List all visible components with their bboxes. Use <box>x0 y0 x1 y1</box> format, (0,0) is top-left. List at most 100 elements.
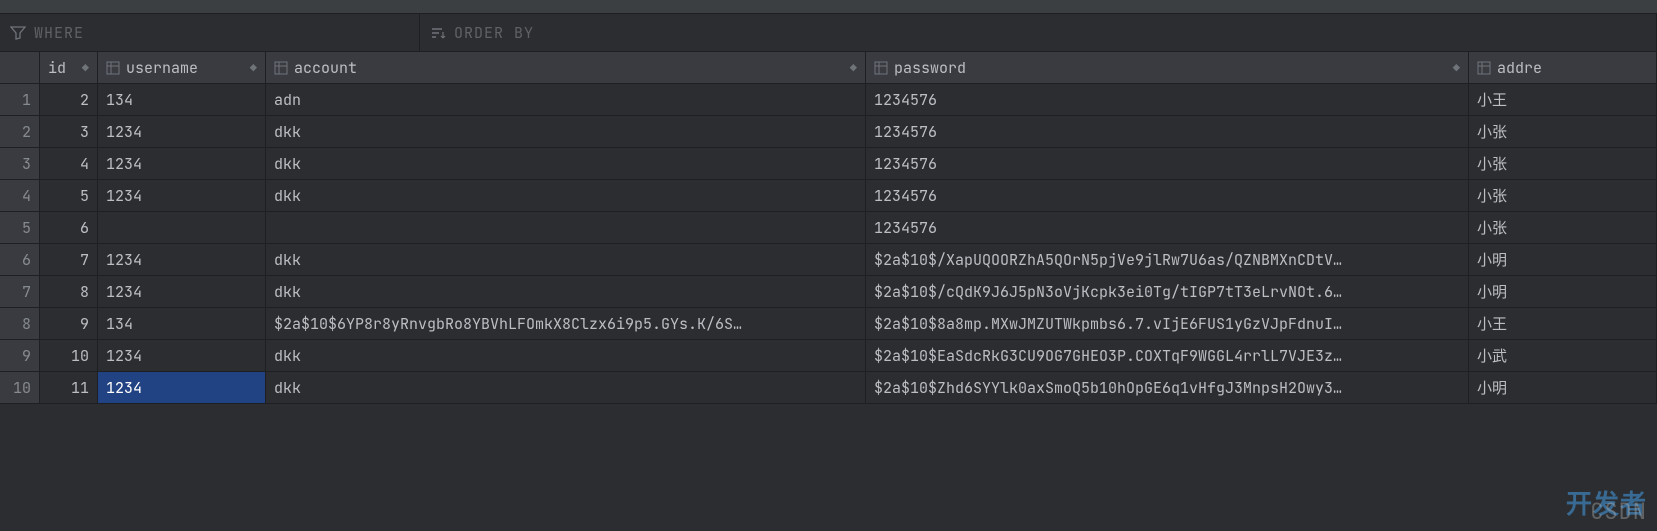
table-row[interactable]: 781234dkk$2a$10$/cQdK9J6J5pN3oVjKcpk3ei0… <box>0 276 1657 308</box>
cell-username[interactable]: 1234 <box>98 148 266 179</box>
cell-username[interactable]: 1234 <box>98 244 266 275</box>
cell-addre[interactable]: 小明 <box>1469 244 1657 275</box>
sort-icon <box>430 25 446 41</box>
table-row[interactable]: 451234dkk1234576小张 <box>0 180 1657 212</box>
sort-indicator-icon: ◆ <box>1453 60 1460 76</box>
csdn-watermark: CSDN <box>1590 497 1647 526</box>
cell-addre[interactable]: 小明 <box>1469 372 1657 403</box>
data-table: id ◆ username ◆ account ◆ password ◆ add… <box>0 52 1657 404</box>
table-row[interactable]: 231234dkk1234576小张 <box>0 116 1657 148</box>
cell-account[interactable]: dkk <box>266 276 866 307</box>
cell-account[interactable]: dkk <box>266 244 866 275</box>
header-account-label: account <box>294 58 357 78</box>
sort-indicator-icon: ◆ <box>850 60 857 76</box>
table-row[interactable]: 9101234dkk$2a$10$EaSdcRkG3CU9OG7GHEO3P.C… <box>0 340 1657 372</box>
cell-username[interactable]: 1234 <box>98 180 266 211</box>
cell-password[interactable]: 1234576 <box>866 148 1469 179</box>
cell-id[interactable]: 6 <box>40 212 98 243</box>
cell-id[interactable]: 7 <box>40 244 98 275</box>
orderby-label: ORDER BY <box>454 23 534 43</box>
header-account[interactable]: account ◆ <box>266 52 866 83</box>
row-number[interactable]: 4 <box>0 180 40 211</box>
cell-id[interactable]: 10 <box>40 340 98 371</box>
tab-bar <box>0 0 1657 14</box>
cell-id[interactable]: 4 <box>40 148 98 179</box>
row-number[interactable]: 3 <box>0 148 40 179</box>
cell-account[interactable]: $2a$10$6YP8r8yRnvgbRo8YBVhLFOmkX8Clzx6i9… <box>266 308 866 339</box>
row-number[interactable]: 6 <box>0 244 40 275</box>
header-rownum[interactable] <box>0 52 40 83</box>
row-number[interactable]: 2 <box>0 116 40 147</box>
cell-addre[interactable]: 小张 <box>1469 180 1657 211</box>
cell-password[interactable]: 1234576 <box>866 116 1469 147</box>
row-number[interactable]: 5 <box>0 212 40 243</box>
brand-watermark: 开发者 <box>1566 484 1647 521</box>
table-row[interactable]: 89134$2a$10$6YP8r8yRnvgbRo8YBVhLFOmkX8Cl… <box>0 308 1657 340</box>
cell-password[interactable]: 1234576 <box>866 180 1469 211</box>
sort-indicator-icon: ◆ <box>82 60 89 76</box>
cell-password[interactable]: $2a$10$/cQdK9J6J5pN3oVjKcpk3ei0Tg/tIGP7t… <box>866 276 1469 307</box>
cell-account[interactable] <box>266 212 866 243</box>
cell-username[interactable]: 1234 <box>98 276 266 307</box>
cell-password[interactable]: $2a$10$EaSdcRkG3CU9OG7GHEO3P.COXTqF9WGGL… <box>866 340 1469 371</box>
cell-addre[interactable]: 小张 <box>1469 116 1657 147</box>
cell-addre[interactable]: 小王 <box>1469 308 1657 339</box>
cell-id[interactable]: 5 <box>40 180 98 211</box>
cell-account[interactable]: dkk <box>266 180 866 211</box>
table-row[interactable]: 341234dkk1234576小张 <box>0 148 1657 180</box>
cell-account[interactable]: dkk <box>266 340 866 371</box>
column-icon <box>1477 61 1491 75</box>
cell-id[interactable]: 8 <box>40 276 98 307</box>
cell-account[interactable]: dkk <box>266 372 866 403</box>
cell-username[interactable]: 1234 <box>98 116 266 147</box>
header-addre-label: addre <box>1497 58 1542 78</box>
sort-indicator-icon: ◆ <box>250 60 257 76</box>
orderby-filter[interactable]: ORDER BY <box>420 14 1657 51</box>
header-password[interactable]: password ◆ <box>866 52 1469 83</box>
header-id-label: id <box>48 58 66 78</box>
row-number[interactable]: 8 <box>0 308 40 339</box>
table-row[interactable]: 56 1234576小张 <box>0 212 1657 244</box>
table-row[interactable]: 10111234dkk$2a$10$Zhd6SYYlk0axSmoQ5b10hO… <box>0 372 1657 404</box>
table-row[interactable]: 12134adn1234576小王 <box>0 84 1657 116</box>
table-row[interactable]: 671234dkk$2a$10$/XapUQOORZhA5QOrN5pjVe9j… <box>0 244 1657 276</box>
cell-addre[interactable]: 小张 <box>1469 212 1657 243</box>
cell-id[interactable]: 3 <box>40 116 98 147</box>
cell-id[interactable]: 11 <box>40 372 98 403</box>
header-addre[interactable]: addre <box>1469 52 1657 83</box>
cell-addre[interactable]: 小明 <box>1469 276 1657 307</box>
header-password-label: password <box>894 58 966 78</box>
cell-id[interactable]: 2 <box>40 84 98 115</box>
filter-bar: WHERE ORDER BY <box>0 14 1657 52</box>
filter-icon <box>10 25 26 41</box>
cell-password[interactable]: $2a$10$8a8mp.MXwJMZUTWkpmbs6.7.vIjE6FUS1… <box>866 308 1469 339</box>
cell-account[interactable]: dkk <box>266 116 866 147</box>
row-number[interactable]: 10 <box>0 372 40 403</box>
cell-password[interactable]: 1234576 <box>866 84 1469 115</box>
cell-id[interactable]: 9 <box>40 308 98 339</box>
cell-password[interactable]: 1234576 <box>866 212 1469 243</box>
cell-account[interactable]: adn <box>266 84 866 115</box>
cell-username[interactable]: 1234 <box>98 372 266 403</box>
cell-addre[interactable]: 小王 <box>1469 84 1657 115</box>
cell-password[interactable]: $2a$10$Zhd6SYYlk0axSmoQ5b10hOpGE6q1vHfgJ… <box>866 372 1469 403</box>
header-id[interactable]: id ◆ <box>40 52 98 83</box>
cell-addre[interactable]: 小武 <box>1469 340 1657 371</box>
header-username[interactable]: username ◆ <box>98 52 266 83</box>
cell-addre[interactable]: 小张 <box>1469 148 1657 179</box>
table-header: id ◆ username ◆ account ◆ password ◆ add… <box>0 52 1657 84</box>
where-filter[interactable]: WHERE <box>0 14 420 51</box>
cell-username[interactable] <box>98 212 266 243</box>
column-icon <box>874 61 888 75</box>
row-number[interactable]: 9 <box>0 340 40 371</box>
row-number[interactable]: 1 <box>0 84 40 115</box>
cell-username[interactable]: 1234 <box>98 340 266 371</box>
cell-password[interactable]: $2a$10$/XapUQOORZhA5QOrN5pjVe9jlRw7U6as/… <box>866 244 1469 275</box>
cell-account[interactable]: dkk <box>266 148 866 179</box>
cell-username[interactable]: 134 <box>98 84 266 115</box>
row-number[interactable]: 7 <box>0 276 40 307</box>
cell-username[interactable]: 134 <box>98 308 266 339</box>
header-username-label: username <box>126 58 198 78</box>
column-icon <box>106 61 120 75</box>
column-icon <box>274 61 288 75</box>
